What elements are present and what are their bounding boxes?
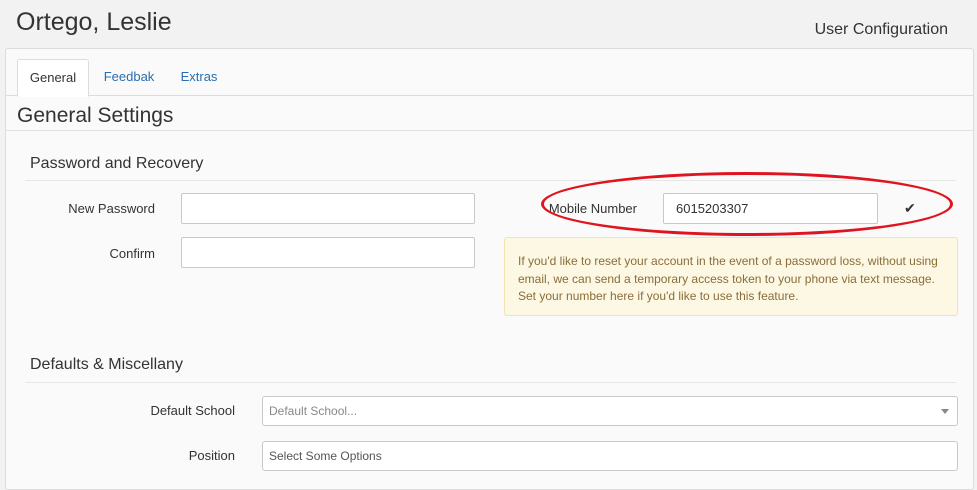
settings-panel: General Feedbak Extras General Settings … [5, 48, 974, 490]
confirm-label: Confirm [109, 246, 155, 261]
confirm-password-input[interactable] [181, 237, 475, 268]
dropdown-arrow-icon [941, 409, 949, 414]
tab-feedback[interactable]: Feedbak [95, 59, 163, 95]
highlight-oval [541, 172, 953, 236]
tab-general[interactable]: General [17, 59, 89, 97]
default-school-label: Default School [150, 403, 235, 418]
position-label: Position [188, 448, 235, 463]
settings-title: General Settings [17, 104, 174, 127]
tab-extras[interactable]: Extras [169, 59, 229, 95]
divider [6, 130, 973, 131]
default-school-placeholder: Default School... [269, 404, 358, 418]
new-password-label: New Password [68, 201, 155, 216]
tab-bar: General Feedbak Extras [6, 59, 973, 97]
mobile-info-box: If you'd like to reset your account in t… [504, 237, 958, 316]
user-name: Ortego, Leslie [16, 8, 172, 36]
default-school-select[interactable]: Default School... [262, 396, 958, 426]
new-password-input[interactable] [181, 193, 475, 224]
position-multiselect[interactable]: Select Some Options [262, 441, 958, 471]
divider [25, 382, 956, 383]
position-placeholder: Select Some Options [269, 449, 382, 463]
password-section-title: Password and Recovery [30, 155, 204, 172]
page-subtitle: User Configuration [814, 21, 948, 38]
defaults-section-title: Defaults & Miscellany [30, 356, 183, 373]
